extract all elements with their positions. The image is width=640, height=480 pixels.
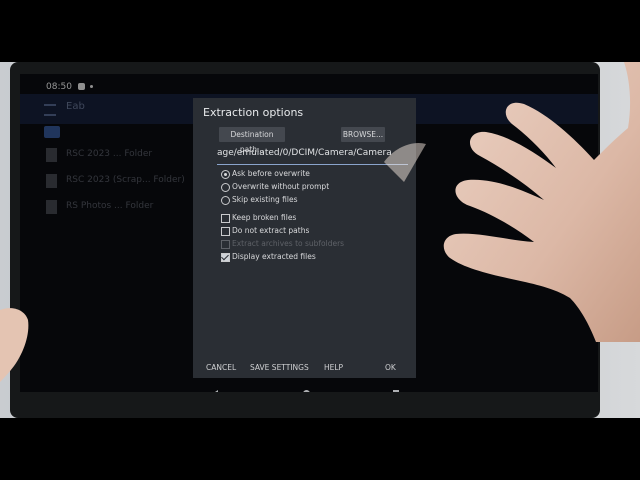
radio-unselected-icon <box>221 183 230 192</box>
back-icon[interactable] <box>212 390 218 392</box>
option-label: Display extracted files <box>232 252 316 261</box>
checkbox-unchecked-icon <box>221 227 230 236</box>
checkbox-unchecked-icon <box>221 214 230 223</box>
radio-unselected-icon <box>221 196 230 205</box>
option-label: Extract archives to subfolders <box>232 239 345 248</box>
option-label: Do not extract paths <box>232 226 310 235</box>
checkbox-checked-icon <box>221 253 230 262</box>
destination-path-input[interactable]: age/emulated/0/DCIM/Camera/Camera <box>217 148 408 165</box>
left-thumb-image <box>0 308 29 382</box>
home-icon[interactable] <box>303 390 310 392</box>
option-label: Overwrite without prompt <box>232 182 330 191</box>
cancel-button[interactable]: CANCEL <box>206 363 236 372</box>
extraction-options-dialog: Extraction options Destination path... B… <box>193 98 416 378</box>
hand-image <box>384 62 640 342</box>
option-label: Skip existing files <box>232 195 298 204</box>
save-settings-button[interactable]: SAVE SETTINGS <box>250 363 309 372</box>
system-nav-bar <box>20 388 598 392</box>
checkbox-disabled-icon <box>221 240 230 249</box>
radio-selected-icon <box>221 170 230 179</box>
option-label: Ask before overwrite <box>232 169 310 178</box>
video-frame: 08:50 Eab RSC 2023 ... Folder RSC 2023 (… <box>0 0 640 480</box>
letterbox-bottom <box>0 418 640 480</box>
option-label: Keep broken files <box>232 213 297 222</box>
dialog-title: Extraction options <box>203 106 304 119</box>
ok-button[interactable]: OK <box>385 363 396 372</box>
recent-apps-icon[interactable] <box>393 390 399 392</box>
help-button[interactable]: HELP <box>324 363 343 372</box>
browse-button[interactable]: BROWSE... <box>341 127 385 142</box>
destination-path-button[interactable]: Destination path... <box>219 127 285 154</box>
letterbox-top <box>0 0 640 62</box>
